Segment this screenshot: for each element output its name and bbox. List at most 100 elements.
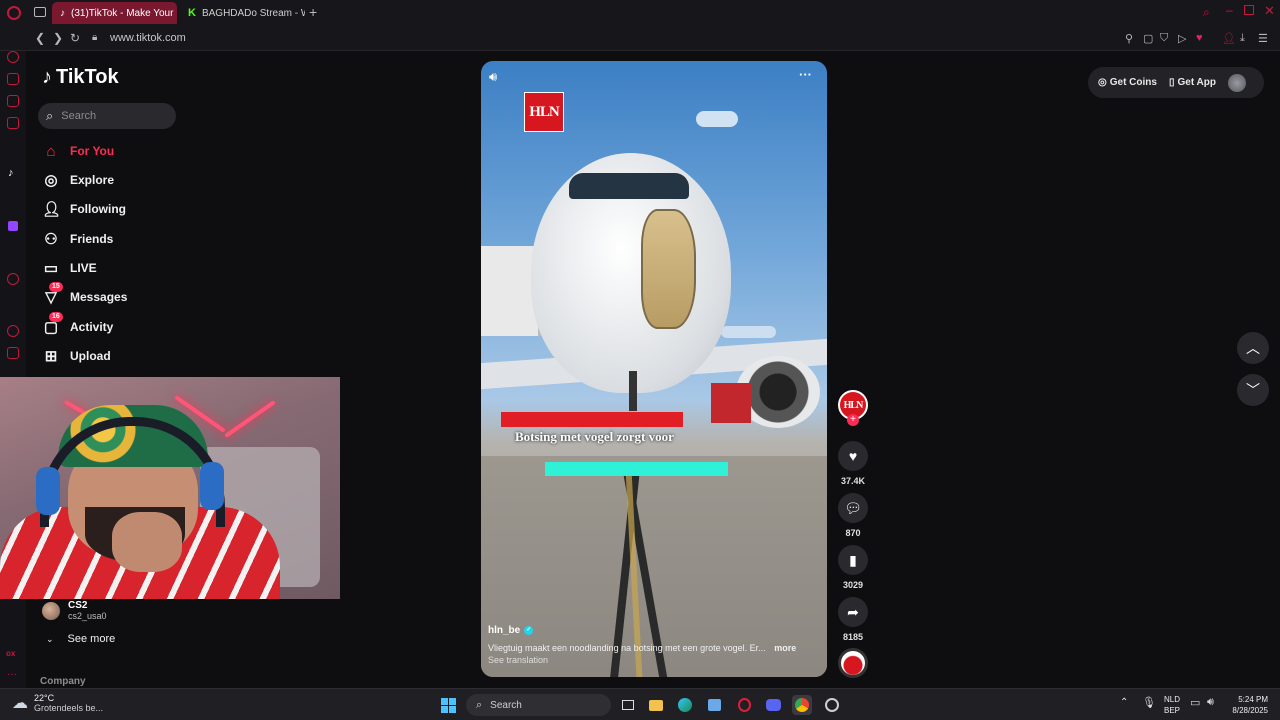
video-player[interactable]: HLN Botsing met vogel zorgt voor 🔊︎ ··· …	[481, 61, 827, 677]
close-window-icon[interactable]: ✕	[1264, 3, 1275, 19]
forward-icon[interactable]: ❯	[53, 31, 63, 45]
get-coins-button[interactable]: ◎ Get Coins	[1098, 77, 1157, 88]
sidebar-pinboard-icon[interactable]	[7, 347, 19, 359]
nose-damage	[641, 209, 696, 329]
sidebar-messenger-icon[interactable]	[7, 95, 19, 107]
sidebar-more-icon[interactable]: ···	[7, 669, 17, 680]
headphone-cup	[200, 462, 224, 510]
sidebar-gmail-icon[interactable]	[7, 117, 19, 129]
tab-tiktok[interactable]: ♪ (31)TikTok - Make Your Da	[52, 2, 177, 24]
opera-gx-icon[interactable]	[734, 695, 754, 715]
see-translation-link[interactable]: See translation	[488, 655, 548, 665]
friends-icon: ⚇	[44, 231, 58, 248]
task-view-icon[interactable]	[618, 695, 638, 715]
coin-icon: ◎	[1098, 77, 1107, 88]
like-button[interactable]: ♥	[838, 441, 868, 471]
comment-button[interactable]: 💬︎	[838, 493, 868, 523]
top-right-bar: ◎ Get Coins ▯ Get App	[1088, 67, 1264, 98]
sidebar-tiktok-icon[interactable]: ♪	[8, 167, 14, 179]
search-input[interactable]: ⌕ Search	[38, 103, 176, 129]
nav-following[interactable]: 👤︎ Following	[42, 198, 126, 220]
hln-logo: HLN	[524, 92, 564, 132]
tab-label: (31)TikTok - Make Your Da	[71, 7, 177, 19]
weather-widget[interactable]: ☁ 22°C Grotendeels be...	[12, 693, 103, 713]
vpn-icon[interactable]: ⛉	[1160, 32, 1168, 45]
nav-upload[interactable]: ⊞ Upload	[42, 345, 111, 367]
nav-live[interactable]: ▭ LIVE	[42, 257, 97, 279]
play-icon[interactable]: ▷	[1178, 32, 1186, 45]
edge-icon[interactable]	[675, 695, 695, 715]
maximize-icon[interactable]	[1244, 5, 1254, 15]
sidebar-twitch-icon[interactable]	[8, 221, 18, 231]
save-button[interactable]: ▮	[838, 545, 868, 575]
more-link[interactable]: more	[774, 643, 796, 653]
minimize-icon[interactable]: –	[1226, 3, 1233, 17]
new-tab-button[interactable]: +	[309, 4, 317, 20]
sidebar-workspace-icon[interactable]	[7, 73, 19, 85]
next-video-button[interactable]: ﹀	[1237, 374, 1269, 406]
microphone-icon[interactable]: 🎙︎	[1142, 696, 1156, 709]
nav-friends[interactable]: ⚇ Friends	[42, 228, 113, 250]
following-account[interactable]: CS2 cs2_usa0	[42, 600, 107, 621]
tab-baghdado[interactable]: K BAGHDADo Stream - Wat	[180, 2, 305, 24]
pin-icon[interactable]: ⚲	[1125, 32, 1133, 45]
sidebar-aria-icon[interactable]	[7, 51, 19, 63]
profile-avatar[interactable]	[1228, 73, 1246, 92]
caption-overlay-text: Botsing met vogel zorgt voor	[515, 429, 674, 444]
previous-video-button[interactable]: ︿	[1237, 332, 1269, 364]
profile-icon[interactable]: 👤︎	[1222, 32, 1236, 45]
browser-tab-bar: ♪ (31)TikTok - Make Your Da K BAGHDADo S…	[0, 0, 1280, 26]
back-icon[interactable]: ❮	[35, 31, 45, 45]
like-count: 37.4K	[840, 476, 866, 486]
video-author[interactable]: hln_be ✓	[488, 625, 534, 636]
cloud-icon: ☁	[12, 695, 28, 712]
snapshot-icon[interactable]: ▢	[1143, 32, 1153, 45]
search-icon: ⌕	[46, 108, 54, 123]
taskbar-search[interactable]: ⌕ Search	[466, 694, 611, 716]
chevron-down-icon: ﹀	[1246, 382, 1260, 398]
volume-icon[interactable]: 🔊︎	[489, 69, 497, 85]
reload-icon[interactable]: ↻	[70, 31, 80, 45]
network-icon[interactable]: ▭	[1190, 696, 1200, 709]
volume-tray-icon[interactable]: 🔊︎	[1207, 696, 1214, 709]
windows-start-icon[interactable]	[438, 695, 458, 715]
search-tabs-icon[interactable]: ⌕	[1203, 5, 1210, 20]
nav-explore[interactable]: ◎ Explore	[42, 169, 114, 191]
more-options-icon[interactable]: ···	[799, 67, 812, 82]
kick-favicon-icon: K	[188, 7, 196, 19]
tray-chevron-up-icon[interactable]: ⌃	[1120, 697, 1128, 708]
share-button[interactable]: ➦	[838, 597, 868, 627]
sidebar-history-icon[interactable]	[7, 325, 19, 337]
file-explorer-icon[interactable]	[646, 695, 666, 715]
music-disc-icon[interactable]	[838, 648, 868, 678]
url-field[interactable]: www.tiktok.com	[110, 32, 186, 44]
messages-badge: 15	[49, 282, 63, 292]
steam-icon[interactable]	[822, 695, 842, 715]
see-more-button[interactable]: ⌄ See more	[46, 633, 115, 645]
nav-messages[interactable]: ▽ 15 Messages	[42, 282, 127, 308]
clock[interactable]: 5:24 PM 8/28/2025	[1226, 694, 1268, 716]
neon-light	[224, 400, 276, 438]
sidebar-player-icon[interactable]	[7, 273, 19, 285]
discord-icon[interactable]	[763, 695, 783, 715]
tiktok-favicon-icon: ♪	[60, 7, 65, 19]
tab-list-icon[interactable]	[34, 7, 46, 17]
heart-icon[interactable]: ♥	[1196, 32, 1203, 44]
language-indicator[interactable]: NLD BEP	[1164, 694, 1180, 716]
follow-plus-icon[interactable]: +	[847, 414, 859, 426]
activity-badge: 16	[49, 312, 63, 322]
caption-red-bar	[501, 412, 683, 427]
opera-logo-icon[interactable]	[7, 6, 21, 20]
get-app-button[interactable]: ▯ Get App	[1169, 77, 1216, 88]
service-truck	[711, 383, 751, 423]
download-icon[interactable]: ⤓	[1240, 32, 1245, 45]
account-name: CS2	[68, 600, 88, 611]
menu-icon[interactable]: ☰	[1258, 32, 1268, 45]
tiktok-note-icon: ♪	[42, 66, 52, 88]
sidebar-ox-icon[interactable]: ox	[6, 649, 15, 658]
nav-activity[interactable]: ▢ 16 Activity	[42, 312, 113, 338]
tiktok-logo[interactable]: ♪ TikTok	[42, 66, 119, 89]
nav-for-you[interactable]: ⌂ For You	[42, 140, 114, 162]
store-icon[interactable]	[704, 695, 724, 715]
chrome-icon[interactable]	[792, 695, 812, 715]
